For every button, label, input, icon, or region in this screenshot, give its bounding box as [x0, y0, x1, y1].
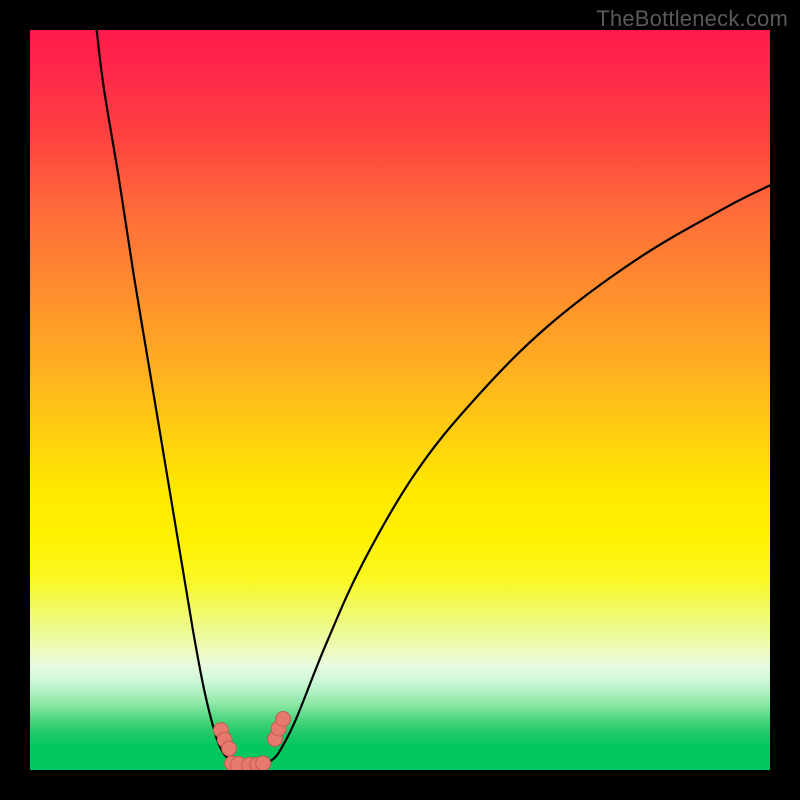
chart-frame: TheBottleneck.com — [0, 0, 800, 800]
chart-svg — [30, 30, 770, 770]
watermark-text: TheBottleneck.com — [596, 6, 788, 32]
data-marker — [256, 756, 271, 770]
curve-left-branch — [97, 30, 241, 764]
curve-right-branch — [241, 185, 770, 764]
data-marker — [276, 712, 291, 727]
marker-group — [214, 712, 291, 770]
data-marker — [222, 741, 237, 756]
plot-area — [30, 30, 770, 770]
